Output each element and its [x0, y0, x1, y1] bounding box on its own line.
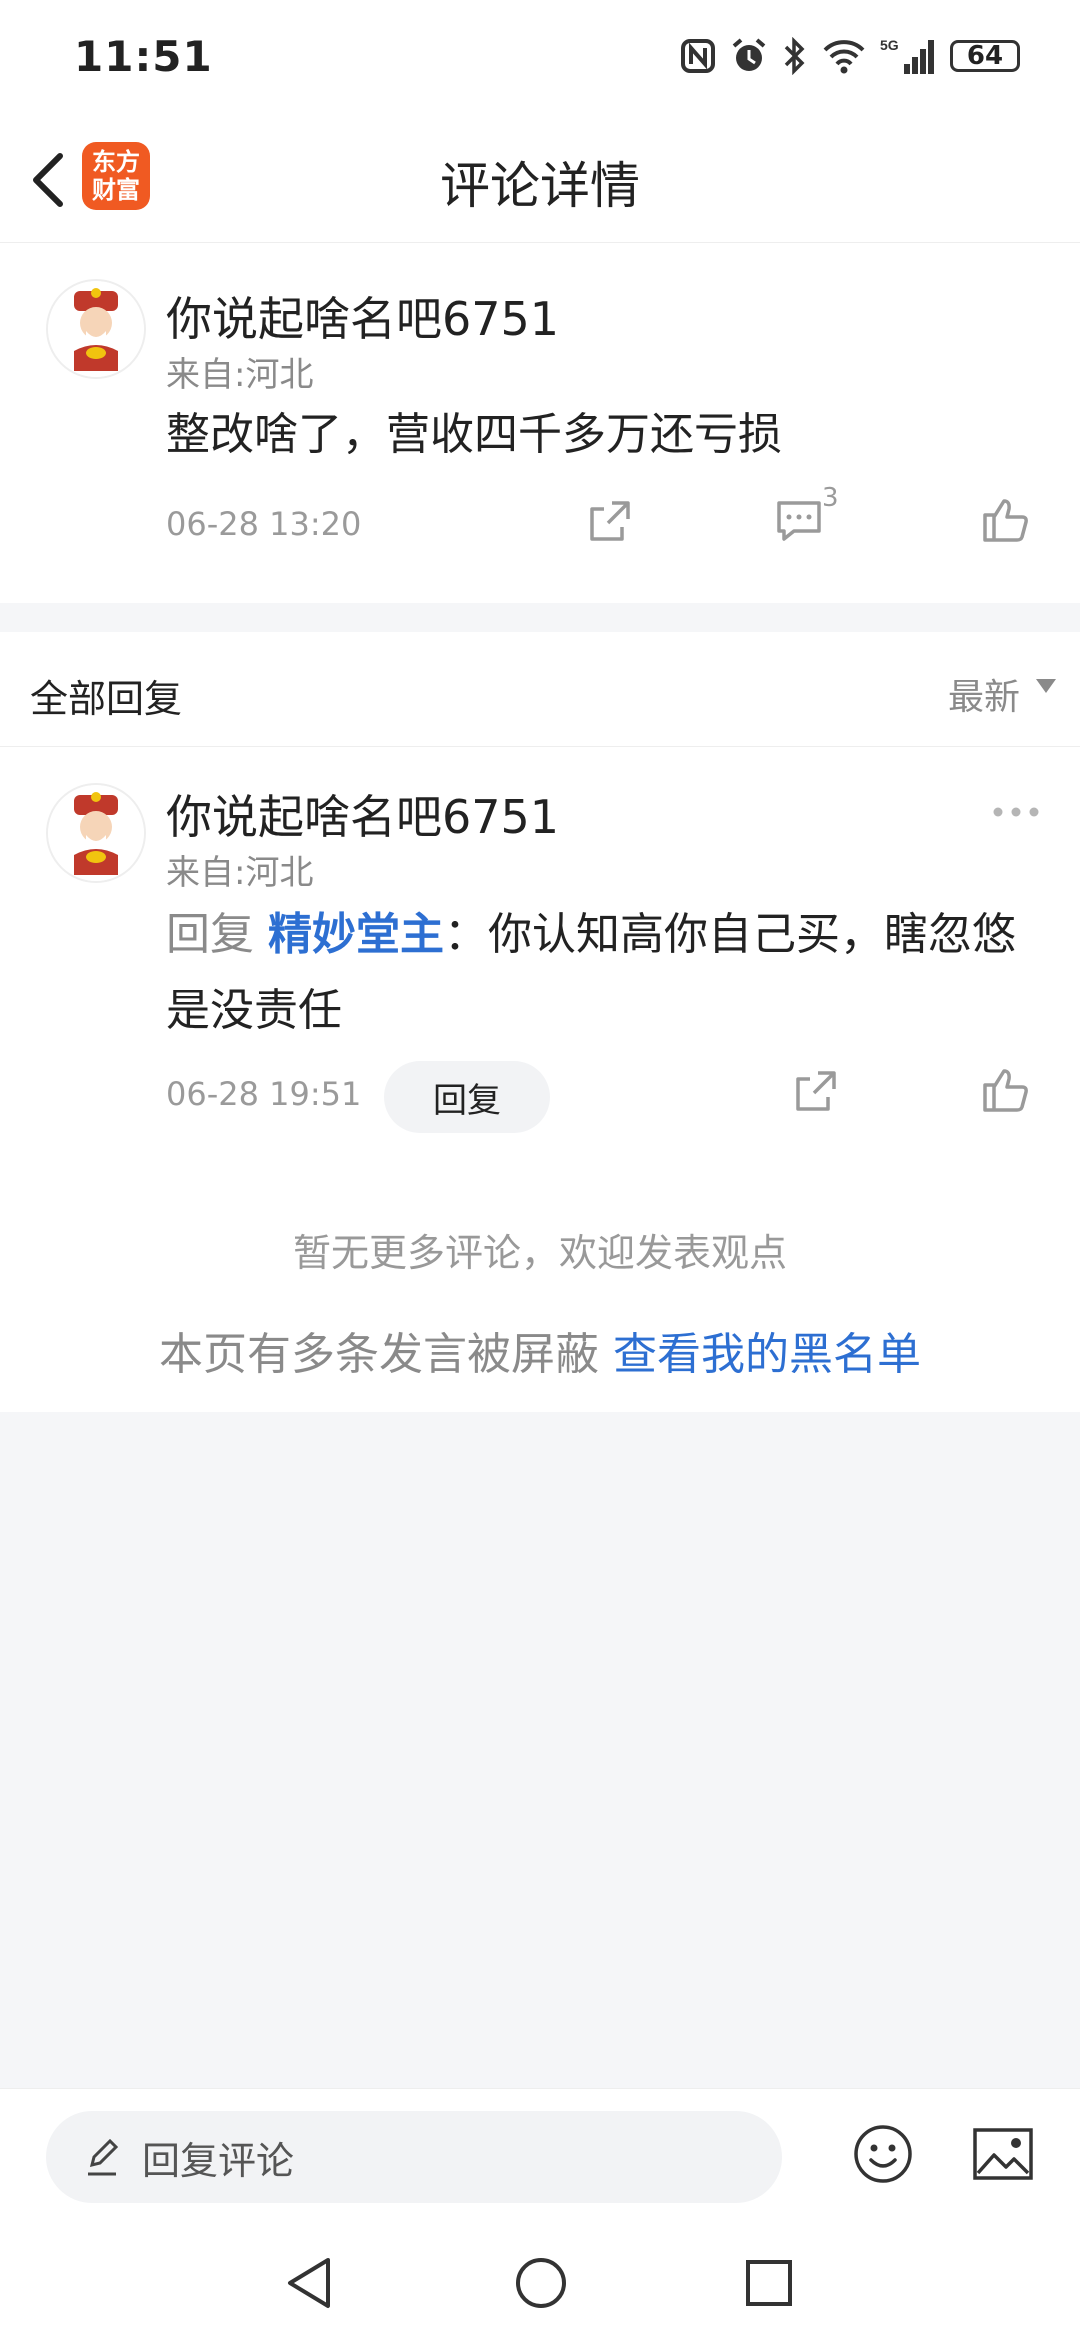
- bottom-reply-bar: 回复评论: [0, 2088, 1080, 2225]
- reply-prefix: 回复: [166, 909, 254, 960]
- avatar[interactable]: [46, 279, 146, 379]
- triangle-back-icon: [288, 2258, 330, 2308]
- reply-card: 你说起啥名吧6751 来自:河北 回复 精妙堂主：你认知高你自己买，瞎忽悠 是没…: [0, 747, 1080, 1412]
- comment-icon: [777, 501, 821, 541]
- image-button[interactable]: [972, 2127, 1034, 2185]
- reply-text-1: 你认知高你自己买，瞎忽悠: [488, 909, 1016, 960]
- avatar[interactable]: [46, 783, 146, 883]
- comment-content: 整改啥了，营收四千多万还亏损: [166, 409, 782, 460]
- reply-input[interactable]: 回复评论: [46, 2111, 782, 2203]
- reply-username[interactable]: 你说起啥名吧6751: [166, 781, 559, 847]
- share-icon: [590, 501, 630, 541]
- network-label: 5G: [880, 37, 899, 53]
- nav-back-button[interactable]: [284, 2256, 334, 2314]
- like-button[interactable]: [980, 1065, 1030, 1115]
- thumbs-up-icon: [983, 499, 1028, 542]
- battery-indicator: 64: [950, 40, 1020, 72]
- thumbs-up-icon: [983, 1069, 1028, 1112]
- image-icon: [973, 2128, 1033, 2180]
- nav-recents-button[interactable]: [744, 2258, 794, 2312]
- app-header: 东方 财富 评论详情: [0, 120, 1080, 243]
- pencil-icon: [88, 2138, 119, 2176]
- reply-time: 06-28 19:51: [166, 1075, 362, 1113]
- circle-home-icon: [516, 2258, 566, 2308]
- replies-title: 全部回复: [30, 677, 183, 721]
- nfc-icon: [680, 38, 716, 74]
- reply-input-placeholder: 回复评论: [142, 2138, 295, 2183]
- comment-count-button[interactable]: [774, 497, 824, 545]
- alarm-icon: [730, 37, 768, 75]
- reply-separator: ：: [444, 909, 488, 960]
- comment-count: 3: [822, 483, 839, 513]
- share-icon: [796, 1071, 836, 1111]
- main-comment-card: 你说起啥名吧6751 来自:河北 整改啥了，营收四千多万还亏损 06-28 13…: [0, 243, 1080, 603]
- share-button[interactable]: [792, 1067, 840, 1115]
- caret-down-icon[interactable]: [1036, 678, 1056, 697]
- reply-content-line2: 是没责任: [166, 985, 342, 1036]
- status-bar: 11:51 5G 64: [0, 0, 1080, 120]
- reply-button[interactable]: 回复: [384, 1061, 550, 1133]
- status-time: 11:51: [74, 32, 213, 81]
- bluetooth-icon: [782, 37, 808, 75]
- signal-icon: 5G: [880, 36, 936, 76]
- sort-dropdown[interactable]: 最新: [948, 668, 1020, 720]
- page-title: 评论详情: [440, 157, 640, 215]
- reply-content-line1: 回复 精妙堂主：你认知高你自己买，瞎忽悠: [166, 897, 1046, 973]
- more-dots-icon: [993, 807, 1039, 817]
- comment-username[interactable]: 你说起啥名吧6751: [166, 283, 559, 349]
- reply-target-user[interactable]: 精妙堂主: [268, 909, 444, 960]
- emoji-button[interactable]: [852, 2123, 914, 2189]
- comment-time: 06-28 13:20: [166, 505, 362, 543]
- replies-section-header: 全部回复 最新: [0, 632, 1080, 747]
- no-more-comments: 暂无更多评论，欢迎发表观点: [292, 1231, 787, 1275]
- caishen-avatar-icon: [48, 785, 144, 881]
- system-nav-bar: [0, 2224, 1080, 2340]
- emoji-icon: [854, 2125, 912, 2183]
- more-options-button[interactable]: [992, 803, 1040, 822]
- status-icons: 5G 64: [680, 36, 1020, 76]
- blocked-notice: 本页有多条发言被屏蔽: [159, 1329, 599, 1380]
- square-recents-icon: [746, 2260, 792, 2306]
- blocked-notice-line: 本页有多条发言被屏蔽 查看我的黑名单: [0, 1318, 1080, 1382]
- reply-location: 来自:河北: [166, 853, 314, 893]
- like-button[interactable]: [980, 495, 1030, 545]
- comment-location: 来自:河北: [166, 355, 314, 395]
- nav-home-button[interactable]: [514, 2256, 568, 2314]
- caishen-avatar-icon: [48, 281, 144, 377]
- wifi-icon: [822, 38, 866, 74]
- blacklist-link[interactable]: 查看我的黑名单: [613, 1329, 921, 1380]
- share-button[interactable]: [586, 497, 634, 545]
